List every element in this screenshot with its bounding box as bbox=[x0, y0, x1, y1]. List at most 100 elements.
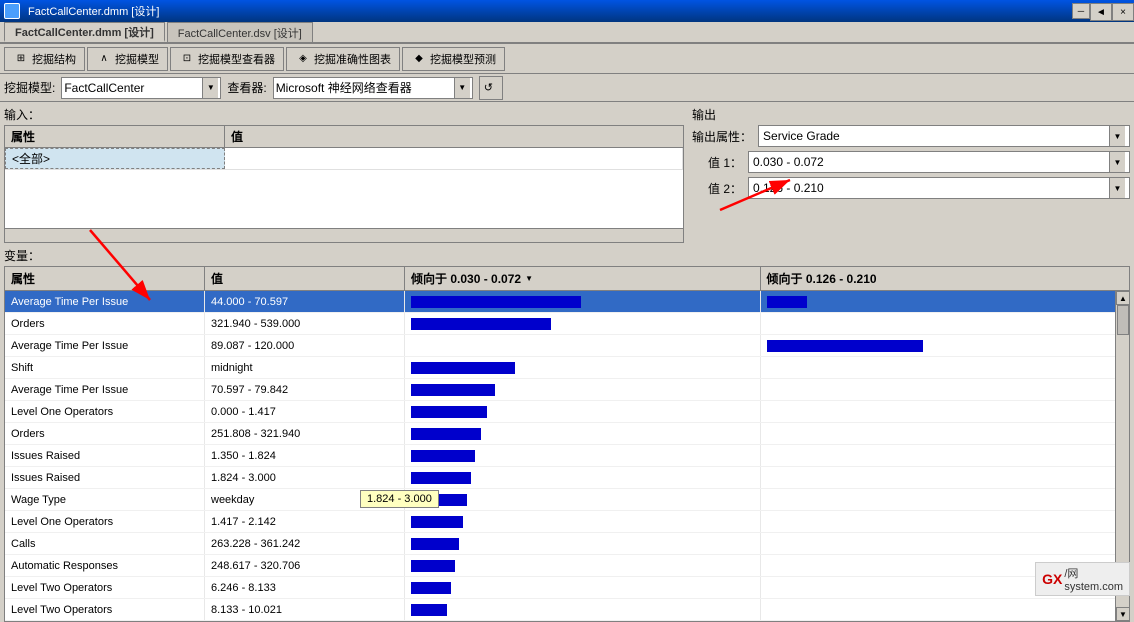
output-val2-combo[interactable]: 0.126 - 0.210 ▼ bbox=[748, 177, 1130, 199]
var-cell-bar1 bbox=[405, 379, 761, 400]
table-row[interactable]: Issues Raised 1.824 - 3.000 bbox=[5, 467, 1129, 489]
input-output-row: 输入： 属性 值 <全部> 输出 输出属性： bbox=[4, 106, 1130, 243]
toolbar-accuracy-btn[interactable]: ◈ 挖掘准确性图表 bbox=[286, 47, 400, 71]
input-table-body: <全部> bbox=[5, 148, 683, 228]
variables-label: 变量： bbox=[4, 247, 1130, 264]
var-cell-attr: Level Two Operators bbox=[5, 577, 205, 598]
input-cell-val bbox=[225, 148, 683, 169]
refresh-button[interactable]: ↺ bbox=[479, 76, 503, 100]
float-button[interactable]: ◄ bbox=[1090, 3, 1112, 21]
sub-toolbar: 挖掘模型: FactCallCenter ▼ 查看器: Microsoft 神经… bbox=[0, 74, 1134, 102]
structure-icon: ⊞ bbox=[13, 51, 29, 67]
toolbar-predict-btn[interactable]: ◆ 挖掘模型预测 bbox=[402, 47, 505, 71]
var-cell-bar2 bbox=[761, 423, 1130, 444]
var-cell-attr: Issues Raised bbox=[5, 467, 205, 488]
table-row[interactable]: Level One Operators 0.000 - 1.417 bbox=[5, 401, 1129, 423]
var-col3-header[interactable]: 倾向于 0.030 - 0.072 ▼ bbox=[405, 267, 761, 290]
var-cell-attr: Average Time Per Issue bbox=[5, 379, 205, 400]
viewer-icon: ⊡ bbox=[179, 51, 195, 67]
var-cell-attr: Level Two Operators bbox=[5, 599, 205, 620]
var-cell-bar1 bbox=[405, 335, 761, 356]
tab-dmm[interactable]: FactCallCenter.dmm [设计] bbox=[4, 22, 165, 42]
output-val1-combo[interactable]: 0.030 - 0.072 ▼ bbox=[748, 151, 1130, 173]
scrollbar-track bbox=[5, 231, 683, 241]
input-cell-attr[interactable]: <全部> bbox=[5, 148, 225, 169]
title-label: FactCallCenter.dmm [设计] bbox=[28, 3, 159, 19]
var-cell-val: 321.940 - 539.000 bbox=[205, 313, 405, 334]
table-row[interactable]: Average Time Per Issue 44.000 - 70.597 bbox=[5, 291, 1129, 313]
scroll-thumb[interactable] bbox=[1117, 305, 1129, 335]
variables-table: 属性 值 倾向于 0.030 - 0.072 ▼ 倾向于 0.126 - 0.2… bbox=[4, 266, 1130, 622]
table-row[interactable]: Orders 251.808 - 321.940 bbox=[5, 423, 1129, 445]
output-val2-row: 值 2： 0.126 - 0.210 ▼ bbox=[692, 177, 1130, 199]
var-cell-attr: Orders bbox=[5, 313, 205, 334]
viewer-combo[interactable]: Microsoft 神经网络查看器 ▼ bbox=[273, 77, 473, 99]
var-cell-bar1 bbox=[405, 555, 761, 576]
output-attr-combo[interactable]: Service Grade ▼ bbox=[758, 125, 1130, 147]
var-cell-attr: Automatic Responses bbox=[5, 555, 205, 576]
minimize-button[interactable]: ─ bbox=[1072, 3, 1090, 19]
var-cell-attr: Calls bbox=[5, 533, 205, 554]
var-cell-bar2 bbox=[761, 467, 1130, 488]
var-cell-bar1 bbox=[405, 511, 761, 532]
var-cell-val: 0.000 - 1.417 bbox=[205, 401, 405, 422]
output-attr-arrow: ▼ bbox=[1109, 126, 1125, 146]
table-row[interactable]: Average Time Per Issue 70.597 - 79.842 bbox=[5, 379, 1129, 401]
model-combo-arrow: ▼ bbox=[202, 78, 218, 98]
refresh-icon: ↺ bbox=[484, 81, 493, 94]
watermark: GX /网system.com bbox=[1035, 562, 1130, 596]
table-row[interactable]: Wage Type weekday bbox=[5, 489, 1129, 511]
output-val1-arrow: ▼ bbox=[1109, 152, 1125, 172]
input-scrollbar[interactable] bbox=[4, 229, 684, 243]
variables-header: 属性 值 倾向于 0.030 - 0.072 ▼ 倾向于 0.126 - 0.2… bbox=[5, 267, 1129, 291]
toolbar-structure-btn[interactable]: ⊞ 挖掘结构 bbox=[4, 47, 85, 71]
toolbar-model-btn[interactable]: ∧ 挖掘模型 bbox=[87, 47, 168, 71]
scroll-up-button[interactable]: ▲ bbox=[1116, 291, 1130, 305]
table-row[interactable]: Level Two Operators 6.246 - 8.133 bbox=[5, 577, 1129, 599]
model-icon: ∧ bbox=[96, 51, 112, 67]
var-cell-bar1 bbox=[405, 357, 761, 378]
var-cell-bar1 bbox=[405, 313, 761, 334]
var-cell-bar2 bbox=[761, 335, 1130, 356]
table-row[interactable]: Issues Raised 1.350 - 1.824 bbox=[5, 445, 1129, 467]
var-cell-bar2 bbox=[761, 511, 1130, 532]
var-cell-bar1 bbox=[405, 445, 761, 466]
var-cell-bar2 bbox=[761, 599, 1130, 620]
var-cell-bar1 bbox=[405, 401, 761, 422]
table-row[interactable]: Average Time Per Issue 89.087 - 120.000 bbox=[5, 335, 1129, 357]
input-col2-header: 值 bbox=[225, 126, 683, 147]
table-row[interactable]: Shift midnight bbox=[5, 357, 1129, 379]
watermark-box: GX /网system.com bbox=[1035, 562, 1130, 596]
tab-dsv[interactable]: FactCallCenter.dsv [设计] bbox=[167, 22, 313, 42]
var-col2-header: 值 bbox=[205, 267, 405, 290]
toolbar-viewer-btn[interactable]: ⊡ 挖掘模型查看器 bbox=[170, 47, 284, 71]
table-row[interactable]: Orders 321.940 - 539.000 bbox=[5, 313, 1129, 335]
pin-button[interactable]: × bbox=[1112, 3, 1134, 21]
table-row[interactable]: Calls 263.228 - 361.242 bbox=[5, 533, 1129, 555]
var-cell-val: 6.246 - 8.133 bbox=[205, 577, 405, 598]
table-row[interactable]: Level One Operators 1.417 - 2.142 bbox=[5, 511, 1129, 533]
var-cell-bar2 bbox=[761, 445, 1130, 466]
output-val2-label: 值 2： bbox=[692, 180, 742, 197]
var-cell-val: 44.000 - 70.597 bbox=[205, 291, 405, 312]
var-cell-bar1 bbox=[405, 533, 761, 554]
input-table: 属性 值 <全部> bbox=[4, 125, 684, 229]
input-table-row: <全部> bbox=[5, 148, 683, 170]
output-label: 输出 bbox=[692, 106, 1130, 123]
output-val1-row: 值 1： 0.030 - 0.072 ▼ bbox=[692, 151, 1130, 173]
var-cell-val: 1.350 - 1.824 bbox=[205, 445, 405, 466]
model-combo[interactable]: FactCallCenter ▼ bbox=[61, 77, 221, 99]
input-panel: 输入： 属性 值 <全部> bbox=[4, 106, 684, 243]
input-table-header: 属性 值 bbox=[5, 126, 683, 148]
table-row[interactable]: Level Two Operators 8.133 - 10.021 bbox=[5, 599, 1129, 621]
output-attr-row: 输出属性： Service Grade ▼ bbox=[692, 125, 1130, 147]
app-icon bbox=[4, 3, 20, 19]
var-cell-bar1 bbox=[405, 467, 761, 488]
var-cell-val: 70.597 - 79.842 bbox=[205, 379, 405, 400]
var-cell-attr: Average Time Per Issue bbox=[5, 291, 205, 312]
var-cell-bar2 bbox=[761, 313, 1130, 334]
table-row[interactable]: Automatic Responses 248.617 - 320.706 bbox=[5, 555, 1129, 577]
scroll-down-button[interactable]: ▼ bbox=[1116, 607, 1130, 621]
var-cell-attr: Shift bbox=[5, 357, 205, 378]
var-cell-bar2 bbox=[761, 489, 1130, 510]
